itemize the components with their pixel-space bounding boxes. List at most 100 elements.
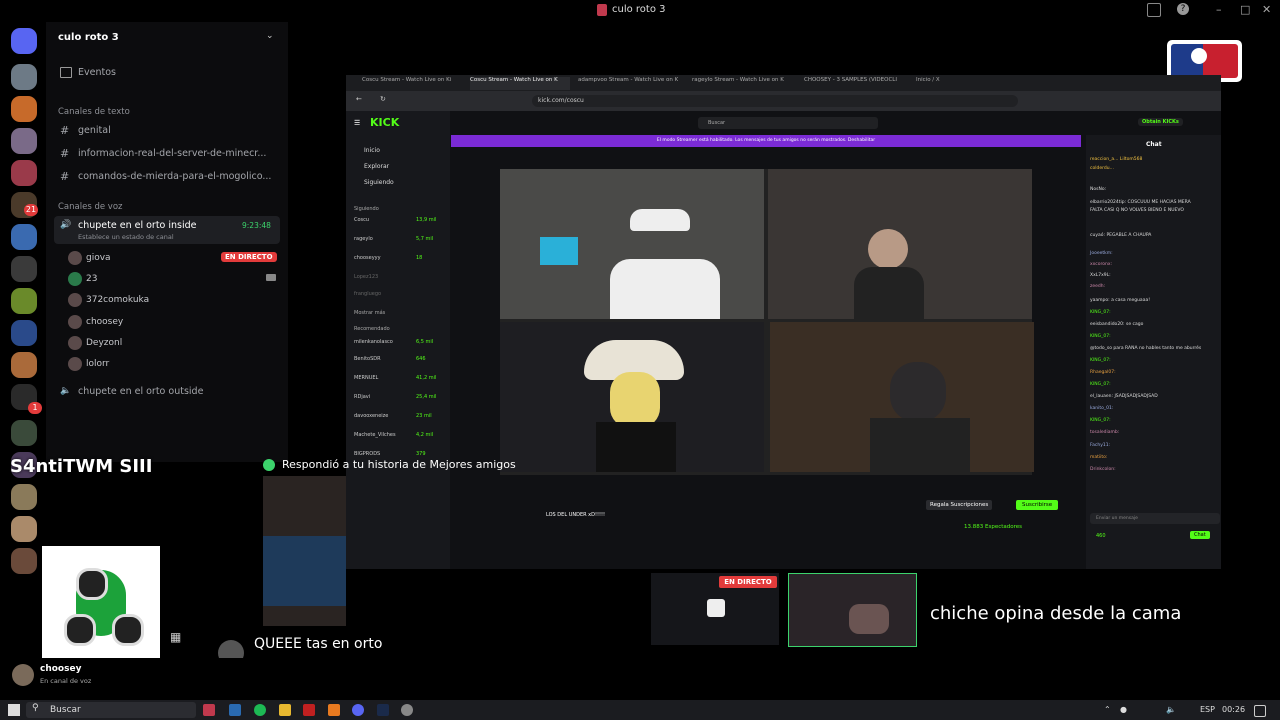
nav-item[interactable]: Inicio: [364, 147, 380, 154]
channel-row[interactable]: frangluego: [354, 291, 444, 297]
text-channel[interactable]: comandos-de-mierda-para-el-mogolico...: [78, 171, 271, 182]
hash-icon: #: [60, 170, 70, 183]
nav-item[interactable]: Explorar: [364, 163, 389, 170]
subscribe-button[interactable]: Suscribirse: [1016, 500, 1059, 510]
chevron-down-icon[interactable]: ⌄: [266, 31, 274, 41]
server-icon[interactable]: [11, 256, 37, 282]
webcam-preview[interactable]: [788, 573, 917, 647]
live-badge: EN DIRECTO: [221, 252, 277, 262]
server-icon[interactable]: [11, 548, 37, 574]
avatar: [68, 357, 82, 371]
browser-tab[interactable]: adampvoo Stream - Watch Live on Ki: [578, 77, 678, 90]
kick-search[interactable]: Buscar: [698, 117, 878, 129]
server-icon[interactable]: [11, 96, 37, 122]
server-icon[interactable]: [11, 128, 37, 154]
home-icon[interactable]: [11, 28, 37, 54]
channel-row[interactable]: Coscu 13,9 mil: [354, 217, 444, 223]
voice-user[interactable]: giova: [68, 251, 111, 265]
channel-status[interactable]: Establece un estado de canal: [78, 233, 174, 241]
address-field[interactable]: kick.com/coscu: [532, 95, 1018, 107]
nav-item[interactable]: Siguiendo: [364, 179, 394, 186]
channel-row[interactable]: MERNUEL 41,2 mil: [354, 375, 444, 381]
menu-icon[interactable]: ☰: [354, 119, 360, 127]
voice-user[interactable]: Deyzonl: [68, 336, 122, 350]
voice-user[interactable]: choosey: [68, 315, 123, 329]
browser-tab[interactable]: Inicio / X: [916, 77, 976, 90]
browser-tab[interactable]: Coscu Stream - Watch Live on Ki: [362, 77, 462, 90]
browser-tab[interactable]: CHOOSEY - 3 SAMPLES (VIDEOCLI: [804, 77, 904, 90]
channel-row[interactable]: davooxeneize 23 mil: [354, 413, 444, 419]
chat-message: Rhaegal07:: [1090, 370, 1116, 375]
app-icon[interactable]: [229, 704, 241, 716]
get-kicks-button[interactable]: Obtain KICKs: [1138, 118, 1183, 126]
stream-video[interactable]: [500, 169, 1034, 475]
spotify-icon[interactable]: [254, 704, 266, 716]
active-voice-channel[interactable]: 🔊 chupete en el orto inside 9:23:48 Esta…: [54, 216, 280, 244]
kick-logo[interactable]: KICK: [370, 116, 399, 129]
show-more-link[interactable]: Mostrar más: [354, 310, 444, 316]
reload-icon[interactable]: ↻: [380, 95, 386, 103]
language-indicator[interactable]: ESP: [1200, 705, 1215, 714]
channel-row[interactable]: milenkanolasco 6,5 mil: [354, 339, 444, 345]
username: choosey: [40, 664, 82, 674]
channel-row[interactable]: Machete_Vilches 4,2 mil: [354, 432, 444, 438]
app-icon[interactable]: [203, 704, 215, 716]
text-channel[interactable]: informacion-real-del-server-de-minecr...: [78, 148, 266, 159]
server-icon[interactable]: [11, 420, 37, 446]
mic-icon[interactable]: ●: [1120, 705, 1127, 714]
voice-user[interactable]: 23: [68, 272, 97, 286]
chat-send-button[interactable]: Chat: [1190, 531, 1210, 539]
story-thumbnail[interactable]: [263, 476, 346, 626]
events-link[interactable]: Eventos: [78, 67, 116, 78]
server-icon[interactable]: [11, 288, 37, 314]
gift-subs-button[interactable]: Regala Suscripciones: [926, 500, 993, 510]
voice-channel[interactable]: chupete en el orto outside: [78, 386, 203, 397]
notifications-icon[interactable]: [1254, 705, 1266, 717]
browser-tab[interactable]: rageylo Stream - Watch Live on K: [692, 77, 792, 90]
window-titlebar: culo roto 3 ? – □ ✕: [0, 0, 1280, 22]
channel-row[interactable]: RDjavi 25,4 mil: [354, 394, 444, 400]
browser-tab-active[interactable]: Coscu Stream - Watch Live on K: [470, 77, 570, 90]
channel-row[interactable]: BIGPRODS 379: [354, 451, 444, 457]
chat-input[interactable]: Enviar un mensaje: [1090, 513, 1220, 524]
server-icon[interactable]: [11, 224, 37, 250]
app-icon[interactable]: [401, 704, 413, 716]
close-icon[interactable]: ✕: [1262, 3, 1271, 16]
server-icon[interactable]: [11, 484, 37, 510]
back-icon[interactable]: ←: [356, 95, 362, 103]
maximize-icon[interactable]: □: [1240, 3, 1250, 16]
channel-row[interactable]: chooseyyy 18: [354, 255, 444, 261]
discord-icon[interactable]: [352, 704, 364, 716]
story-reply-message: QUEEE tas en orto: [254, 636, 383, 652]
inbox-icon[interactable]: [1147, 3, 1161, 17]
channel-row[interactable]: BenitoSDR 646: [354, 356, 444, 362]
channel-row[interactable]: Lopez123: [354, 274, 444, 280]
start-icon[interactable]: [8, 704, 20, 716]
server-icon[interactable]: [11, 64, 37, 90]
server-icon[interactable]: [11, 320, 37, 346]
voice-user[interactable]: lolorr: [68, 357, 109, 371]
avatar[interactable]: [12, 664, 34, 686]
folder-icon[interactable]: [279, 704, 291, 716]
minimize-icon[interactable]: –: [1216, 3, 1222, 16]
clock[interactable]: 00:26: [1222, 705, 1245, 714]
volume-icon[interactable]: 🔈: [1166, 705, 1176, 714]
server-icon[interactable]: [11, 160, 37, 186]
following-label: Siguiendo: [354, 206, 379, 212]
apps-icon[interactable]: ▦: [170, 630, 181, 644]
server-icon[interactable]: [11, 352, 37, 378]
text-channel[interactable]: genital: [78, 125, 111, 136]
streamer-mode-banner: El modo Streamer está habilitado. Los me…: [451, 135, 1081, 147]
voice-category[interactable]: Canales de voz: [58, 202, 122, 212]
app-icon[interactable]: [303, 704, 315, 716]
steam-icon[interactable]: [377, 704, 389, 716]
text-category[interactable]: Canales de texto: [58, 107, 130, 117]
app-icon[interactable]: [328, 704, 340, 716]
voice-user[interactable]: 372comokuka: [68, 293, 149, 307]
taskbar-search[interactable]: ⚲ Buscar: [26, 702, 196, 718]
help-icon[interactable]: ?: [1177, 3, 1189, 15]
chevron-up-icon[interactable]: ⌃: [1104, 705, 1111, 714]
server-name[interactable]: culo roto 3: [58, 32, 119, 43]
server-icon[interactable]: [11, 516, 37, 542]
channel-row[interactable]: rageylo 5,7 mil: [354, 236, 444, 242]
